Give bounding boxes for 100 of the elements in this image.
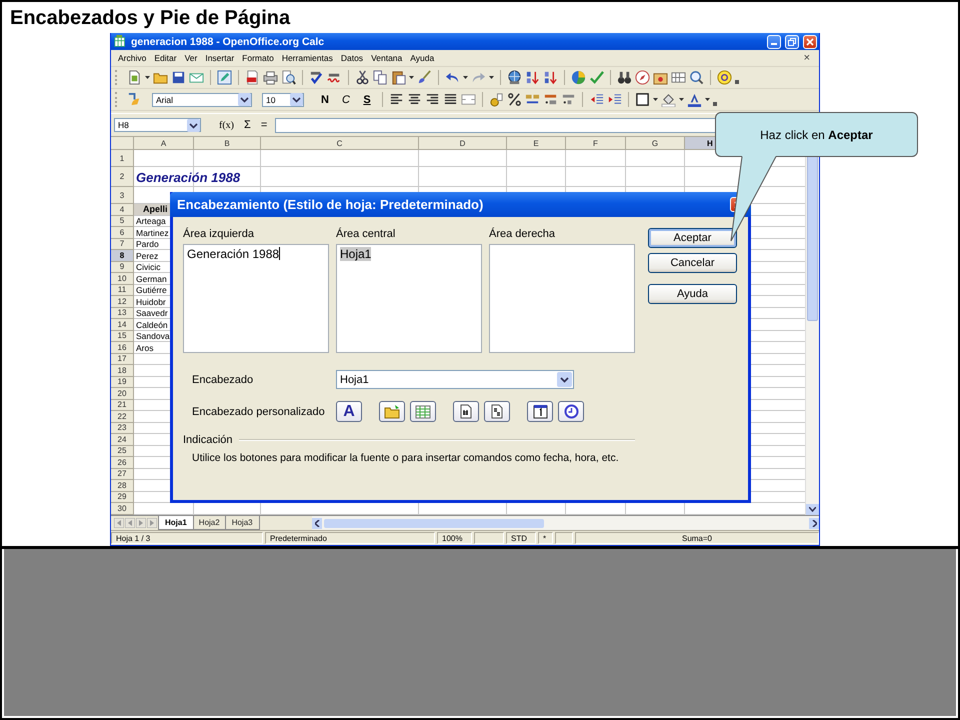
delete-decimal-icon[interactable] — [561, 92, 576, 107]
row-number[interactable]: 9 — [111, 262, 134, 273]
cell-reference-field[interactable]: H8 — [114, 118, 201, 132]
row-number[interactable]: 7 — [111, 238, 134, 250]
file-name-button[interactable] — [379, 401, 405, 422]
row-number[interactable]: 18 — [111, 365, 134, 376]
sheet-tab[interactable]: Hoja1 — [158, 516, 194, 530]
borders-icon[interactable] — [635, 92, 650, 107]
row-number[interactable]: 12 — [111, 296, 134, 308]
row-number[interactable]: 28 — [111, 480, 134, 492]
row-number[interactable]: 16 — [111, 342, 134, 354]
menu-item[interactable]: Ventana — [367, 53, 406, 63]
dialog-button[interactable]: Cancelar — [648, 253, 737, 273]
formula-button[interactable]: = — [258, 119, 270, 131]
header-dropdown[interactable]: Hoja1 — [336, 370, 574, 389]
text-area-field[interactable] — [489, 244, 635, 353]
date-button[interactable] — [527, 401, 553, 422]
menu-item[interactable]: Insertar — [201, 53, 238, 63]
sheet-name-button[interactable] — [410, 401, 436, 422]
dialog-button[interactable]: Ayuda — [648, 284, 737, 304]
bold-button[interactable]: N — [316, 94, 334, 106]
align-center-icon[interactable] — [407, 92, 422, 107]
save-icon[interactable] — [171, 70, 186, 85]
row-number[interactable]: 25 — [111, 446, 134, 457]
italic-button[interactable]: C — [337, 94, 355, 106]
row-number[interactable]: 6 — [111, 227, 134, 238]
pencil-icon[interactable] — [217, 70, 232, 85]
pie-chart-icon[interactable] — [571, 70, 586, 85]
table-icon[interactable] — [671, 70, 686, 85]
menu-item[interactable]: Editar — [150, 53, 181, 63]
spellcheck-icon[interactable] — [309, 70, 324, 85]
dialog-button[interactable]: Aceptar — [648, 228, 737, 248]
row-number[interactable]: 2 — [111, 167, 134, 187]
row-number[interactable]: 1 — [111, 150, 134, 167]
compass-icon[interactable] — [635, 70, 650, 85]
copy-icon[interactable] — [373, 70, 388, 85]
sort-descending-icon[interactable] — [543, 70, 558, 85]
close-button[interactable] — [803, 34, 817, 48]
time-button[interactable] — [558, 401, 584, 422]
font-color-icon[interactable] — [687, 92, 702, 107]
scroll-right-button[interactable] — [809, 518, 819, 528]
printer-icon[interactable] — [263, 70, 278, 85]
coins-icon[interactable] — [489, 92, 504, 107]
row-number[interactable]: 24 — [111, 434, 134, 446]
pdf-icon[interactable] — [245, 70, 260, 85]
align-right-icon[interactable] — [425, 92, 440, 107]
globe-icon[interactable] — [507, 70, 522, 85]
sort-ascending-icon[interactable] — [525, 70, 540, 85]
add-decimal-icon[interactable] — [543, 92, 558, 107]
row-number[interactable]: 13 — [111, 308, 134, 319]
page-count-button[interactable] — [484, 401, 510, 422]
zoom-icon[interactable] — [689, 70, 704, 85]
menu-item[interactable]: Archivo — [114, 53, 150, 63]
styles-icon[interactable] — [127, 92, 142, 107]
row-number[interactable]: 21 — [111, 400, 134, 411]
row-number[interactable]: 22 — [111, 411, 134, 422]
text-area-field[interactable]: Hoja1 — [336, 244, 482, 353]
scroll-down-button[interactable] — [806, 504, 819, 515]
minimize-button[interactable] — [767, 34, 781, 48]
close-document-button[interactable]: × — [798, 52, 816, 64]
menu-item[interactable]: Ayuda — [406, 53, 438, 63]
percent-format-icon[interactable] — [507, 92, 522, 107]
row-number[interactable]: 3 — [111, 187, 134, 204]
page-preview-icon[interactable] — [281, 70, 296, 85]
sum-button[interactable]: Σ — [242, 119, 253, 131]
font-attributes-button[interactable]: A — [336, 401, 362, 422]
font-size-dropdown[interactable]: 10 — [262, 92, 304, 106]
checkmark-icon[interactable] — [589, 70, 604, 85]
column-header[interactable]: E — [507, 137, 566, 150]
column-header[interactable]: A — [134, 137, 194, 150]
scroll-left-button[interactable] — [312, 518, 322, 528]
justify-icon[interactable] — [443, 92, 458, 107]
row-number[interactable]: 14 — [111, 319, 134, 330]
scissors-icon[interactable] — [355, 70, 370, 85]
function-wizard-button[interactable]: f(x) — [217, 120, 236, 130]
column-header[interactable]: F — [566, 137, 626, 150]
row-number[interactable]: 20 — [111, 388, 134, 400]
row-number[interactable]: 4 — [111, 204, 134, 216]
text-area-field[interactable]: Generación 1988 — [183, 244, 329, 353]
restore-button[interactable] — [785, 34, 799, 48]
help-icon[interactable] — [717, 70, 732, 85]
font-name-dropdown[interactable]: Arial — [152, 92, 252, 106]
column-header[interactable]: G — [626, 137, 685, 150]
row-number[interactable]: 30 — [111, 503, 134, 514]
row-number[interactable]: 23 — [111, 422, 134, 434]
new-document-icon[interactable] — [127, 70, 142, 85]
row-number[interactable]: 27 — [111, 468, 134, 480]
row-number[interactable]: 19 — [111, 376, 134, 388]
sheet-tab[interactable]: Hoja3 — [224, 516, 260, 530]
clipboard-icon[interactable] — [391, 70, 406, 85]
row-number[interactable]: 8 — [111, 250, 134, 262]
column-header[interactable]: B — [194, 137, 261, 150]
column-header[interactable]: D — [419, 137, 507, 150]
row-number[interactable]: 17 — [111, 354, 134, 365]
column-header[interactable]: C — [261, 137, 419, 150]
underline-button[interactable]: S — [358, 94, 376, 106]
paint-bucket-icon[interactable] — [661, 92, 676, 107]
menu-item[interactable]: Formato — [238, 53, 278, 63]
row-number[interactable]: 10 — [111, 273, 134, 284]
menu-item[interactable]: Herramientas — [278, 53, 337, 63]
